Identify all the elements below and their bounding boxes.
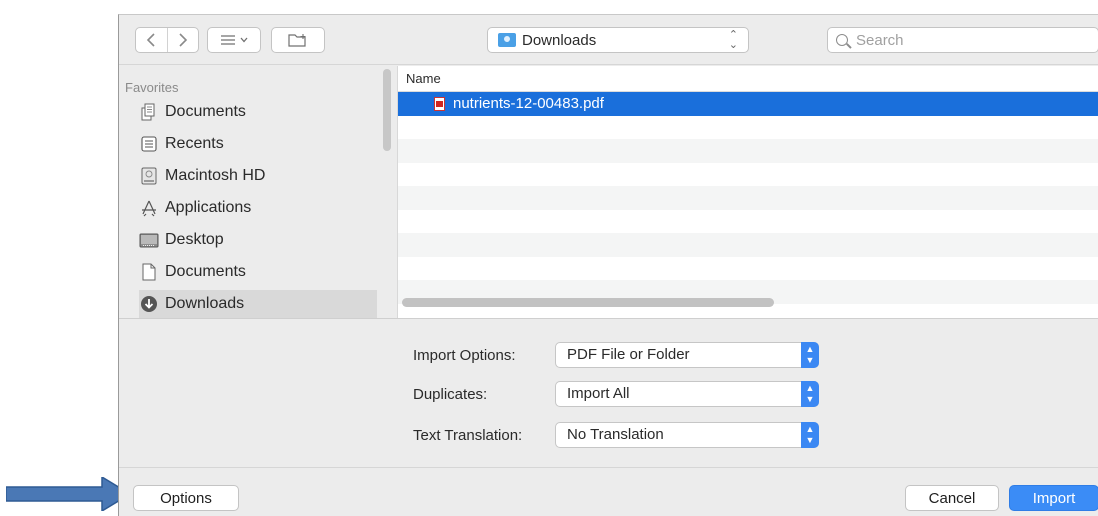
search-icon bbox=[836, 34, 848, 46]
up-down-chevron-icon: ▲ ▼ bbox=[801, 342, 819, 368]
applications-icon bbox=[139, 199, 159, 217]
empty-row bbox=[398, 163, 1098, 187]
column-header-name[interactable]: Name bbox=[398, 66, 1098, 92]
file-open-dialog: Downloads ⌃⌄ Favorites Documents Recents bbox=[118, 14, 1098, 516]
chevron-left-icon bbox=[147, 33, 156, 47]
empty-row bbox=[398, 233, 1098, 257]
text-translation-select[interactable]: No Translation ▲ ▼ bbox=[555, 422, 819, 448]
sidebar-scrollbar[interactable] bbox=[383, 69, 391, 151]
sidebar-item-label: Macintosh HD bbox=[165, 167, 266, 184]
text-translation-label: Text Translation: bbox=[413, 427, 523, 444]
forward-button[interactable] bbox=[166, 28, 198, 52]
chevron-down-icon bbox=[240, 37, 248, 43]
list-view-icon bbox=[221, 35, 235, 45]
duplicates-value: Import All bbox=[567, 385, 630, 402]
location-popup[interactable]: Downloads ⌃ ⌄ bbox=[487, 27, 749, 53]
up-down-chevron-icon: ▲ ▼ bbox=[801, 381, 819, 407]
location-label: Downloads bbox=[522, 31, 597, 49]
sidebar-item-label: Downloads bbox=[165, 295, 245, 312]
empty-row bbox=[398, 210, 1098, 234]
toolbar: Downloads ⌃ ⌄ bbox=[119, 15, 1098, 65]
annotation-arrow-icon bbox=[6, 477, 130, 511]
file-name: nutrients-12-00483.pdf bbox=[453, 95, 604, 113]
new-folder-icon bbox=[288, 34, 306, 47]
import-options-select[interactable]: PDF File or Folder ▲ ▼ bbox=[555, 342, 819, 368]
sidebar-section-favorites: Favorites bbox=[125, 80, 179, 95]
sidebar-item-macintosh-hd[interactable]: Macintosh HD bbox=[139, 162, 375, 190]
file-list: Name nutrients-12-00483.pdf bbox=[397, 66, 1098, 318]
up-down-chevron-icon: ▲ ▼ bbox=[801, 422, 819, 448]
duplicates-select[interactable]: Import All ▲ ▼ bbox=[555, 381, 819, 407]
search-field[interactable] bbox=[827, 27, 1098, 53]
import-button[interactable]: Import bbox=[1009, 485, 1098, 511]
sidebar-item-label: Documents bbox=[165, 263, 246, 280]
downloads-folder-icon bbox=[498, 33, 516, 47]
import-options-panel: Import Options: PDF File or Folder ▲ ▼ Du… bbox=[119, 318, 1098, 468]
sidebar-item-documents[interactable]: Documents bbox=[139, 98, 375, 126]
empty-row bbox=[398, 257, 1098, 281]
cancel-button[interactable]: Cancel bbox=[905, 485, 999, 511]
sidebar-item-label: Recents bbox=[165, 135, 224, 152]
chevron-right-icon bbox=[179, 33, 188, 47]
empty-row bbox=[398, 186, 1098, 210]
text-translation-value: No Translation bbox=[567, 426, 664, 443]
file-row[interactable]: nutrients-12-00483.pdf bbox=[398, 92, 1098, 116]
new-folder-button[interactable] bbox=[271, 27, 325, 53]
downloads-icon bbox=[139, 295, 159, 313]
sidebar-item-label: Documents bbox=[165, 103, 246, 120]
horizontal-scrollbar[interactable] bbox=[402, 298, 774, 307]
empty-row bbox=[398, 139, 1098, 163]
hard-drive-icon bbox=[139, 167, 159, 185]
back-button[interactable] bbox=[136, 28, 167, 52]
sidebar-item-documents-2[interactable]: Documents bbox=[139, 258, 375, 286]
import-options-value: PDF File or Folder bbox=[567, 346, 690, 363]
options-button[interactable]: Options bbox=[133, 485, 239, 511]
sidebar-item-desktop[interactable]: Desktop bbox=[139, 226, 375, 254]
empty-row bbox=[398, 116, 1098, 140]
search-input[interactable] bbox=[854, 30, 1074, 50]
desktop-icon bbox=[139, 231, 159, 249]
pdf-file-icon bbox=[434, 96, 445, 111]
sidebar-item-label: Applications bbox=[165, 199, 252, 216]
sidebar-item-label: Desktop bbox=[165, 231, 224, 248]
document-icon bbox=[139, 263, 159, 281]
up-down-chevron-icon: ⌃ ⌄ bbox=[728, 29, 738, 51]
sidebar-item-recents[interactable]: Recents bbox=[139, 130, 375, 158]
sidebar-item-downloads[interactable]: Downloads bbox=[139, 290, 377, 318]
bottom-bar: Options Cancel Import bbox=[119, 469, 1098, 516]
duplicates-label: Duplicates: bbox=[413, 386, 488, 403]
sidebar: Favorites Documents Recents Macintosh HD… bbox=[119, 66, 377, 318]
recents-icon bbox=[139, 135, 159, 153]
view-mode-button[interactable] bbox=[207, 27, 261, 53]
sidebar-item-applications[interactable]: Applications bbox=[139, 194, 375, 222]
back-forward-control bbox=[135, 27, 199, 53]
import-options-label: Import Options: bbox=[413, 347, 516, 364]
documents-folder-icon bbox=[139, 103, 159, 121]
